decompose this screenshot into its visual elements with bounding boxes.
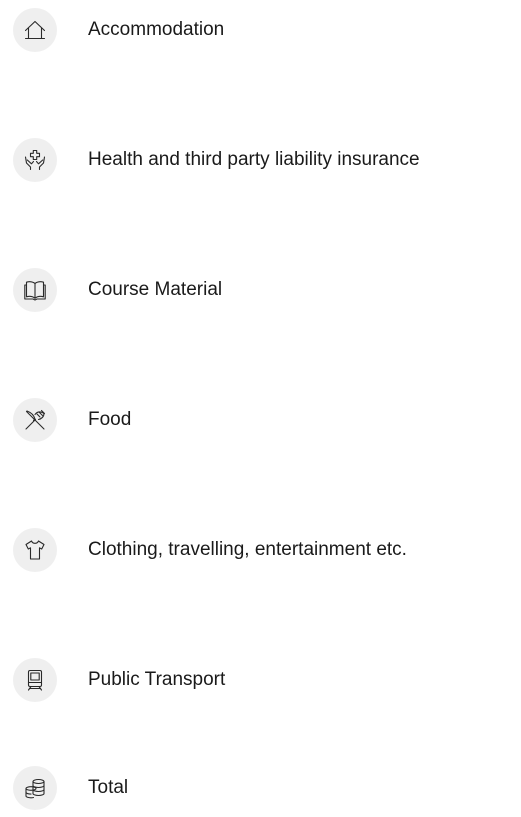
cost-item-label: Clothing, travelling, entertainment etc. [88, 539, 407, 560]
fork-knife-icon [13, 398, 57, 442]
cost-item-insurance: Health and third party liability insuran… [13, 138, 518, 182]
cost-item-total: Total [13, 766, 518, 810]
cost-item-label: Course Material [88, 279, 223, 300]
cost-list: Accommodation Health and third party lia… [0, 0, 521, 817]
coin-stack-icon [13, 766, 57, 810]
cost-item-label: Health and third party liability insuran… [88, 149, 420, 170]
cost-item-accommodation: Accommodation [13, 8, 518, 52]
cost-item-public-transport: Public Transport [13, 658, 518, 702]
train-icon [13, 658, 57, 702]
house-icon [13, 8, 57, 52]
cost-item-label: Accommodation [88, 19, 225, 40]
tshirt-icon [13, 528, 57, 572]
cost-item-clothing: Clothing, travelling, entertainment etc. [13, 528, 518, 572]
cost-item-label: Public Transport [88, 669, 226, 690]
hands-medical-cross-icon [13, 138, 57, 182]
cost-item-food: Food [13, 398, 518, 442]
cost-item-label: Total [88, 777, 129, 798]
open-book-icon [13, 268, 57, 312]
cost-item-label: Food [88, 409, 132, 430]
cost-item-course-material: Course Material [13, 268, 518, 312]
